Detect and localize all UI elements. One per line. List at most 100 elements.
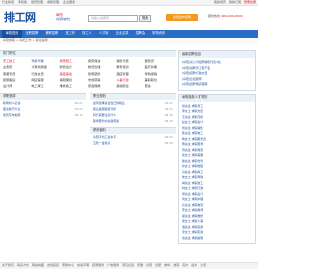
latest-jobs-box: 最新招聘信息 [阜阳]某公司招聘销售代表3名 [阜阳]诚聘普工若干名 [阜阳]招… — [178, 50, 256, 91]
nav-item-home[interactable]: 阜阳首页 — [2, 30, 22, 38]
career-column: 职业规划 如何选择适合自己的职业 09-02 职业发展路径分析 09-01 转行… — [90, 93, 176, 146]
article-title[interactable]: 简历写作指南 — [3, 112, 20, 118]
search-input[interactable]: 请输入关键词 — [88, 15, 138, 22]
category-link[interactable]: 设计师 — [3, 84, 31, 89]
category-link[interactable]: 服务员 — [145, 59, 173, 64]
category-link[interactable]: 建筑装修 — [88, 72, 116, 77]
nav-item-fair[interactable]: 招聘会 — [132, 31, 149, 36]
footer-link[interactable]: 关于我们 — [2, 264, 14, 268]
category-link[interactable]: 计算机网络 — [31, 66, 59, 70]
footer-link[interactable]: 蚌埠 — [164, 264, 170, 268]
footer-link[interactable]: 招聘服务 — [92, 264, 104, 268]
publish-job-button[interactable]: 免费发布招聘 — [166, 14, 198, 21]
nav-item-talent[interactable]: 人才库 — [95, 31, 112, 36]
nav-item-find-worker[interactable]: 找工人 — [79, 31, 96, 36]
search-bar: 请输入关键词 搜索 — [88, 15, 151, 22]
sidebar: 最新招聘信息 [阜阳]某公司招聘销售代表3名 [阜阳]诚聘普工若干名 [阜阳]招… — [178, 50, 256, 247]
top-links: 行业新闻 手机版 简历管理 求职管理 企业服务 — [2, 0, 75, 5]
login-register-link[interactable]: 登录注册 — [244, 0, 256, 5]
category-link[interactable]: 导购促销 — [145, 72, 173, 77]
footer-link[interactable]: 六安 — [200, 264, 206, 268]
category-link[interactable]: 销售代表 — [116, 59, 144, 64]
category-link[interactable]: 行政文员 — [31, 72, 59, 77]
category-link[interactable]: 维修技工 — [60, 84, 88, 89]
salary-title: 薪资福利 — [90, 127, 176, 134]
city-selector: 阜阳 [切换城市] — [56, 13, 70, 22]
article-row[interactable]: 简历写作指南 08-31 — [0, 112, 86, 118]
category-link[interactable]: 装卸搬运 — [3, 78, 31, 83]
search-button[interactable]: 搜索 — [139, 15, 151, 22]
latest-resumes-box: 阜阳最新人才简历 张先生 求职普工 李女士 求职文员 王先生 求职司机 赵女士 … — [178, 93, 256, 244]
category-link[interactable]: 司机驾驶 — [31, 59, 59, 64]
hotline: 服务热线 400-XXX-XXXX — [208, 14, 243, 19]
category-link[interactable]: 市场营销 — [88, 78, 116, 83]
latest-jobs-title: 最新招聘信息 — [179, 51, 255, 58]
my-resume-link[interactable]: 我的简历 — [214, 0, 226, 5]
footer-link[interactable]: 亳州 — [182, 264, 188, 268]
category-title: 热门职位 — [0, 50, 176, 57]
category-link[interactable]: 人事行政 — [116, 78, 144, 83]
category-link[interactable]: 兼职职位 — [145, 78, 173, 83]
category-link[interactable]: 物流仓储 — [88, 66, 116, 70]
category-link[interactable]: 电工焊工 — [31, 84, 59, 89]
footer-link[interactable]: 合肥 — [155, 264, 161, 268]
city-switch-link[interactable]: [切换城市] — [56, 17, 70, 22]
footer-link[interactable]: 联系方式 — [17, 264, 29, 268]
category-link[interactable]: 网店客服 — [31, 78, 59, 83]
top-user-links: 我的简历 我的订阅 登录注册 — [214, 0, 256, 5]
list-item[interactable]: [阜阳]招聘网店客服 — [182, 82, 252, 88]
list-item[interactable]: 唐先生 求职编辑 — [182, 236, 252, 242]
article-date: 08-29 — [164, 119, 173, 123]
nav-item-find-job[interactable]: 找工作 — [62, 31, 79, 36]
my-subscribe-link[interactable]: 我的订阅 — [229, 0, 241, 5]
latest-jobs-list: [阜阳]某公司招聘销售代表3名 [阜阳]诚聘普工若干名 [阜阳]招聘行政文员 [… — [179, 58, 255, 90]
footer-link[interactable]: 阜阳 — [146, 264, 152, 268]
footer-link[interactable]: 帮助中心 — [62, 264, 74, 268]
category-link[interactable]: 酒店管理 — [116, 72, 144, 77]
category-link[interactable]: 普工技工 — [3, 59, 31, 64]
footer-link[interactable]: 淮南 — [173, 264, 179, 268]
site-logo[interactable]: 排工网 — [4, 11, 52, 24]
category-link[interactable]: 其他职位 — [116, 84, 144, 89]
category-link[interactable]: 编辑策划 — [60, 78, 88, 83]
article-row[interactable]: 职场晋升的关键因素 08-29 — [90, 118, 176, 124]
footer-links: 关于我们 联系方式 网站地图 友情链接 帮助中心 免责声明 招聘服务 广告服务 … — [0, 262, 258, 269]
hotline-label: 服务热线 — [208, 14, 221, 18]
top-link-job[interactable]: 求职管理 — [47, 0, 59, 5]
top-link-news[interactable]: 行业新闻 — [2, 0, 14, 5]
category-link[interactable]: 业务员 — [3, 66, 31, 70]
guide-column: 求职指导 职场新人必读 09-01 面试技巧大全 09-01 简历写作指南 08… — [0, 93, 86, 118]
hotline-number: 400-XXX-XXXX — [220, 14, 243, 18]
category-link[interactable]: 教育培训 — [116, 66, 144, 70]
footer-link[interactable]: 免责声明 — [77, 264, 89, 268]
top-link-company[interactable]: 企业服务 — [63, 0, 75, 5]
top-link-mobile[interactable]: 手机版 — [18, 0, 27, 5]
site-header: 排工网 阜阳 [切换城市] 请输入关键词 搜索 免费发布招聘 服务热线 400-… — [0, 6, 258, 30]
footer-link[interactable]: 网站地图 — [32, 264, 44, 268]
nav-item-parttime[interactable]: 兼职招聘 — [42, 31, 62, 36]
article-date: 08-31 — [74, 113, 83, 117]
category-link[interactable]: 医疗护理 — [145, 66, 173, 70]
category-link[interactable]: 家政保姆 — [88, 84, 116, 89]
category-link[interactable]: 财务会计 — [60, 66, 88, 70]
footer-link[interactable]: 广告服务 — [107, 264, 119, 268]
category-link[interactable]: 客服专员 — [3, 72, 31, 77]
article-row[interactable]: 五险一金常识 08-30 — [90, 140, 176, 146]
article-date: 08-30 — [164, 141, 173, 145]
category-link[interactable]: 更多 — [145, 84, 173, 89]
nav-item-news[interactable]: 职场资讯 — [149, 31, 169, 36]
category-grid: 普工技工 司机驾驶 厨师厨工 保安保洁 销售代表 服务员 业务员 计算机网络 财… — [0, 57, 176, 92]
nav-item-companies[interactable]: 企业名录 — [112, 31, 132, 36]
article-title[interactable]: 五险一金常识 — [93, 140, 110, 146]
article-title[interactable]: 职场晋升的关键因素 — [93, 118, 119, 124]
nav-item-fulltime[interactable]: 全职招聘 — [22, 31, 42, 36]
category-link[interactable]: 厨师厨工 — [60, 59, 88, 64]
category-link[interactable]: 保安保洁 — [88, 59, 116, 64]
footer-link[interactable]: 宿州 — [191, 264, 197, 268]
top-link-resume[interactable]: 简历管理 — [31, 0, 43, 5]
footer-link[interactable]: 意见反馈 — [122, 264, 134, 268]
footer-link[interactable]: 友情链接 — [47, 264, 59, 268]
category-panel: 热门职位 普工技工 司机驾驶 厨师厨工 保安保洁 销售代表 服务员 业务员 计算… — [0, 50, 176, 92]
category-link[interactable]: 美容美发 — [60, 72, 88, 77]
footer-link[interactable]: 安徽 — [137, 264, 143, 268]
